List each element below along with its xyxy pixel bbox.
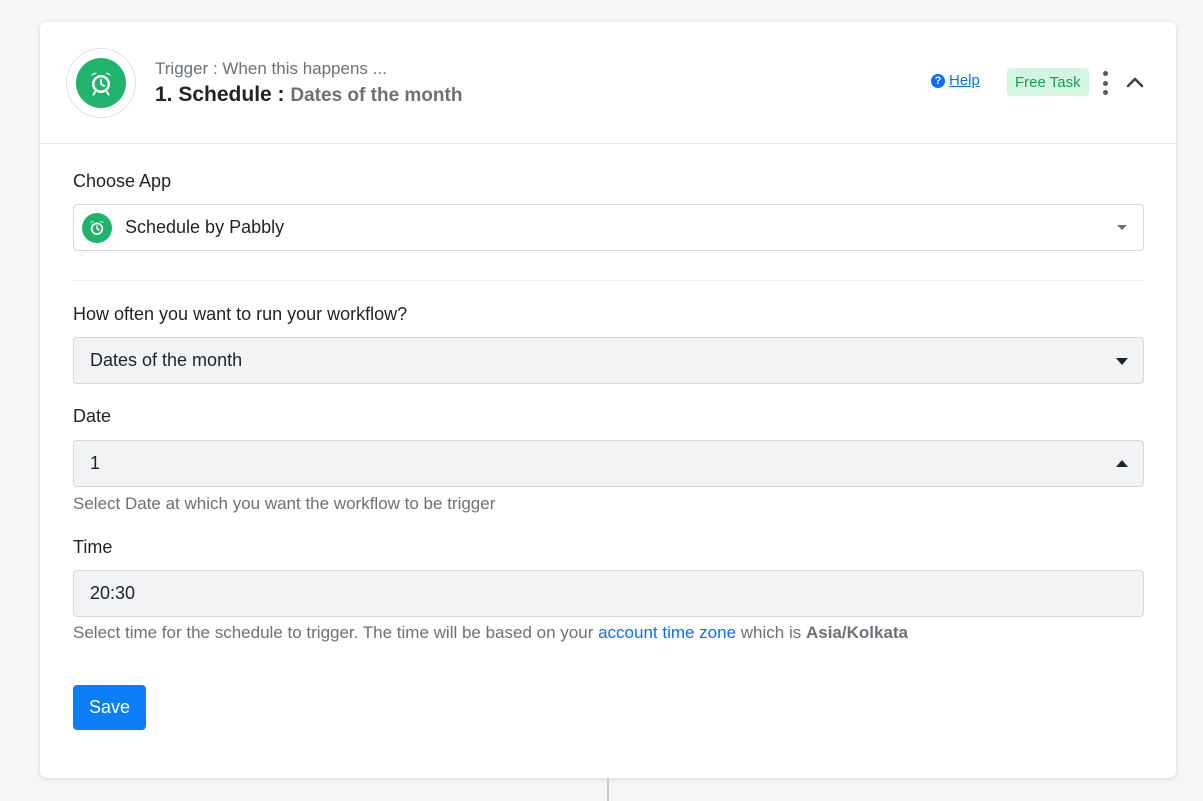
caret-up-icon bbox=[1116, 460, 1128, 467]
frequency-label: How often you want to run your workflow? bbox=[73, 304, 408, 324]
time-hint-text: Select time for the schedule to trigger.… bbox=[73, 623, 599, 642]
trigger-subtitle: Trigger : When this happens ... bbox=[155, 59, 387, 78]
time-hint-middle: which is bbox=[736, 623, 806, 642]
alarm-clock-icon bbox=[82, 212, 112, 243]
timezone-value: Asia/Kolkata bbox=[805, 623, 909, 642]
date-select[interactable]: 1 bbox=[73, 440, 1144, 487]
time-value: 20:30 bbox=[90, 583, 136, 603]
frequency-value: Dates of the month bbox=[90, 350, 243, 370]
chevron-down-icon bbox=[1117, 225, 1127, 230]
account-time-zone-link[interactable]: account time zone bbox=[598, 623, 736, 642]
choose-app-value: Schedule by Pabbly bbox=[125, 217, 285, 237]
date-hint: Select Date at which you want the workfl… bbox=[73, 494, 496, 513]
trigger-title: 1. Schedule : Dates of the month bbox=[155, 83, 462, 107]
help-link[interactable]: ? Help bbox=[931, 72, 980, 89]
time-input[interactable]: 20:30 bbox=[73, 570, 1144, 617]
collapse-chevron-up-icon[interactable] bbox=[1124, 72, 1146, 94]
trigger-card: Trigger : When this happens ... 1. Sched… bbox=[40, 22, 1176, 778]
caret-down-icon bbox=[1116, 358, 1128, 365]
workflow-connector-line bbox=[607, 778, 609, 801]
section-divider bbox=[73, 280, 1144, 281]
save-button[interactable]: Save bbox=[73, 685, 146, 730]
trigger-step-label: 1. Schedule : bbox=[155, 83, 285, 106]
choose-app-label: Choose App bbox=[73, 171, 172, 191]
more-options-icon[interactable] bbox=[1098, 71, 1112, 95]
frequency-select[interactable]: Dates of the month bbox=[73, 337, 1144, 384]
time-label: Time bbox=[73, 537, 113, 557]
trigger-header[interactable]: Trigger : When this happens ... 1. Sched… bbox=[40, 22, 1176, 144]
trigger-event-name: Dates of the month bbox=[290, 85, 463, 106]
free-task-badge: Free Task bbox=[1007, 68, 1089, 96]
date-value: 1 bbox=[90, 453, 101, 473]
app-logo bbox=[66, 48, 136, 118]
choose-app-select[interactable]: Schedule by Pabbly bbox=[73, 204, 1144, 251]
date-label: Date bbox=[73, 406, 112, 426]
help-label: Help bbox=[949, 72, 980, 89]
time-hint: Select time for the schedule to trigger.… bbox=[73, 623, 908, 643]
question-circle-icon: ? bbox=[931, 73, 945, 88]
alarm-clock-icon bbox=[76, 58, 126, 108]
